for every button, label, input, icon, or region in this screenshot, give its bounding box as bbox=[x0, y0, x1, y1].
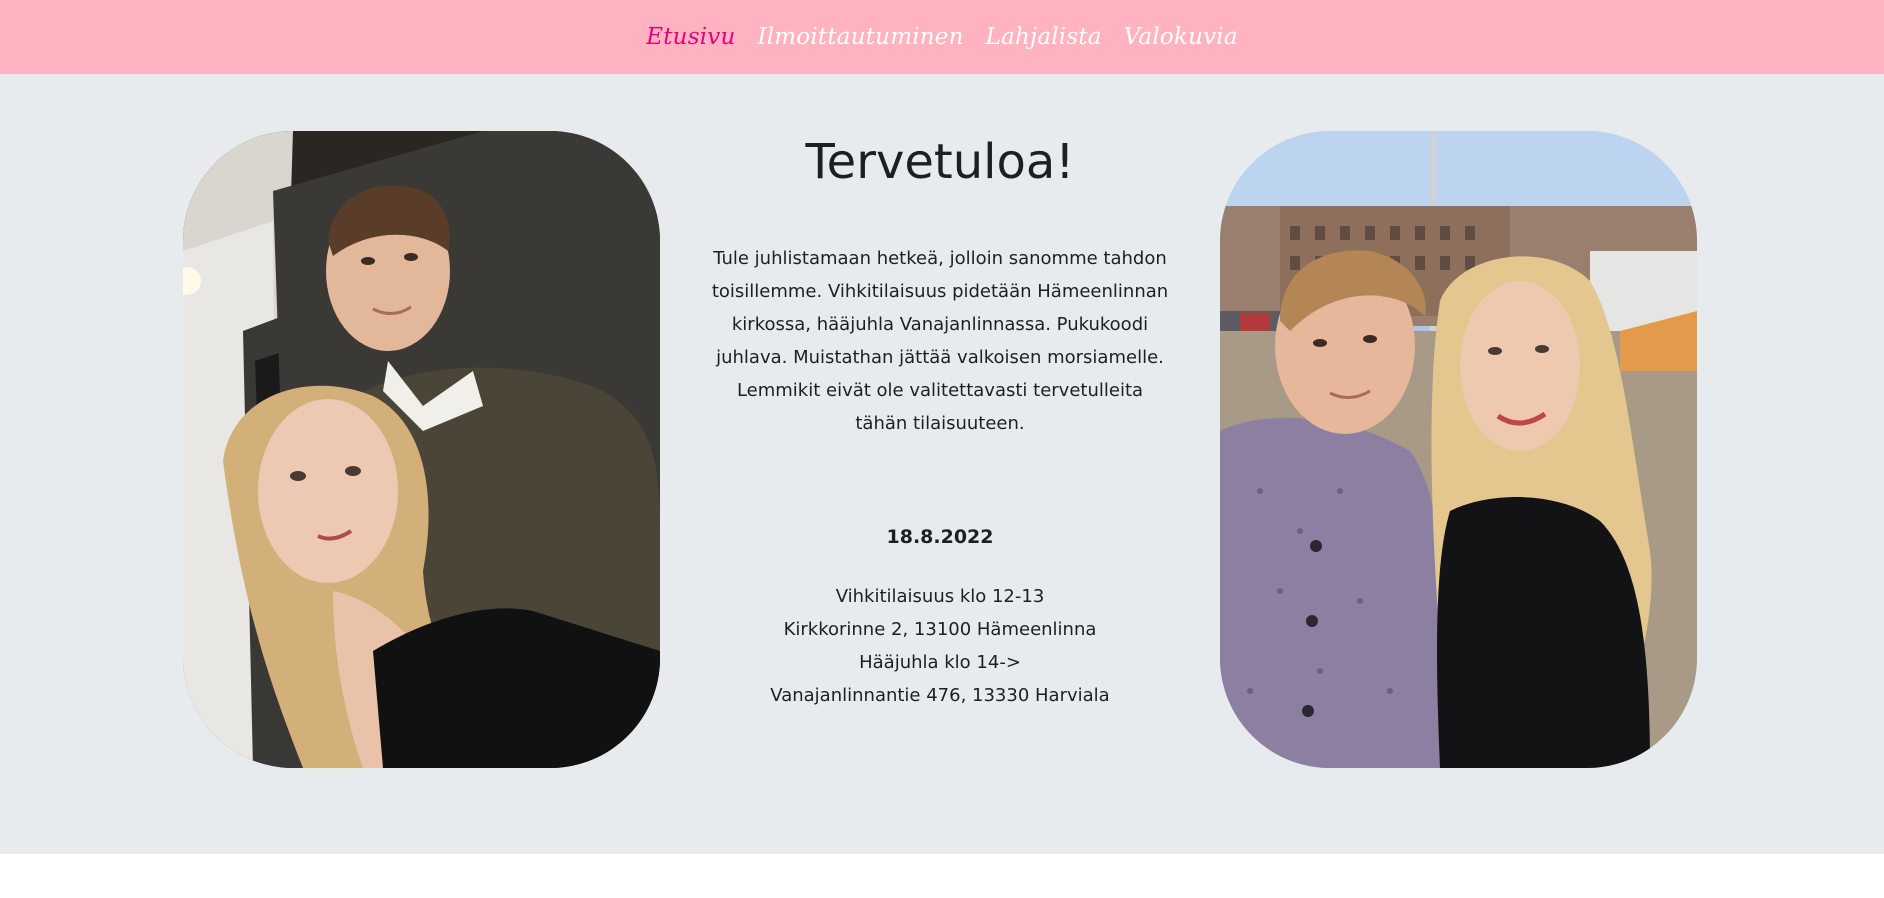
nav-link-lahjalista[interactable]: Lahjalista bbox=[986, 24, 1102, 50]
reception-time: Hääjuhla klo 14-> bbox=[859, 652, 1021, 673]
welcome-section: Tervetuloa! Tule juhlistamaan hetkeä, jo… bbox=[0, 74, 1884, 854]
nav-link-valokuvia[interactable]: Valokuvia bbox=[1124, 24, 1238, 50]
couple-photo-left bbox=[183, 131, 660, 768]
event-details: Vihkitilaisuus klo 12-13 Kirkkorinne 2, … bbox=[700, 580, 1180, 712]
reception-address: Vanajanlinnantie 476, 13330 Harviala bbox=[770, 685, 1110, 706]
nav-link-ilmoittautuminen[interactable]: Ilmoittautuminen bbox=[757, 24, 963, 50]
nav-link-etusivu[interactable]: Etusivu bbox=[646, 24, 735, 50]
couple-photo-left-image bbox=[183, 131, 660, 768]
intro-text: Tule juhlistamaan hetkeä, jolloin sanomm… bbox=[711, 248, 1169, 434]
top-navbar: Etusivu Ilmoittautuminen Lahjalista Valo… bbox=[0, 0, 1884, 74]
ceremony-address: Kirkkorinne 2, 13100 Hämeenlinna bbox=[783, 619, 1097, 640]
couple-photo-right-image bbox=[1220, 131, 1697, 768]
couple-photo-right bbox=[1220, 131, 1697, 768]
page-title: Tervetuloa! bbox=[805, 134, 1075, 190]
ceremony-time: Vihkitilaisuus klo 12-13 bbox=[835, 586, 1045, 607]
event-date: 18.8.2022 bbox=[886, 526, 994, 548]
